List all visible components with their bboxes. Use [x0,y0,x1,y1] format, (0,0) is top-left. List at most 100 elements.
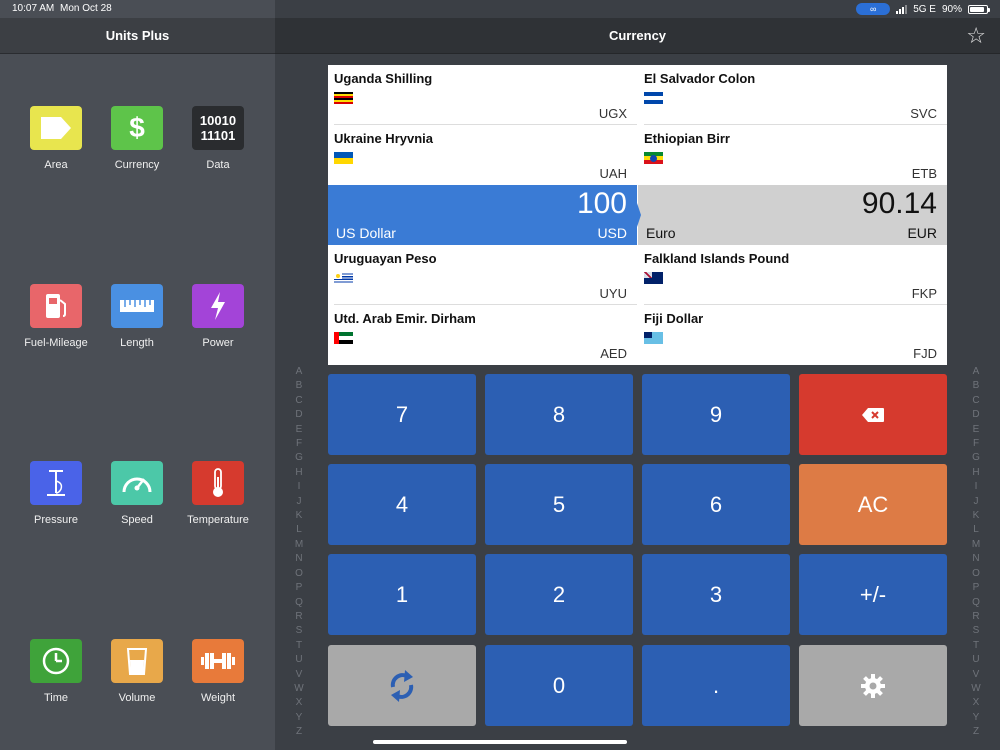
alphabet-index-right[interactable]: ABCDEFGHIJKLMNOPQRSTUVWXYZ [969,365,983,740]
alphabet-letter[interactable]: C [292,394,306,408]
category-time[interactable]: Time [11,639,101,704]
alphabet-letter[interactable]: N [969,552,983,566]
alphabet-letter[interactable]: B [969,379,983,393]
alphabet-letter[interactable]: G [292,451,306,465]
alphabet-letter[interactable]: K [292,509,306,523]
settings-button[interactable] [799,645,947,726]
alphabet-letter[interactable]: I [969,480,983,494]
star-icon[interactable]: ☆ [966,20,986,52]
alphabet-letter[interactable]: W [969,682,983,696]
alphabet-letter[interactable]: F [969,437,983,451]
key-1[interactable]: 1 [328,554,476,635]
uae-flag-icon [334,332,353,344]
alphabet-letter[interactable]: Z [292,725,306,739]
alphabet-letter[interactable]: R [292,610,306,624]
alphabet-letter[interactable]: A [292,365,306,379]
alphabet-letter[interactable]: H [969,466,983,480]
alphabet-letter[interactable]: X [292,696,306,710]
alphabet-letter[interactable]: E [969,423,983,437]
main-panel: Currency ☆ Uganda Shilling UGX Ukraine H… [275,0,1000,750]
alphabet-letter[interactable]: Y [292,711,306,725]
key-4[interactable]: 4 [328,464,476,545]
alphabet-letter[interactable]: B [292,379,306,393]
decimal-button[interactable]: . [642,645,790,726]
alphabet-letter[interactable]: H [292,466,306,480]
category-data[interactable]: 10010 11101 Data [173,106,263,171]
backspace-button[interactable] [799,374,947,455]
alphabet-letter[interactable]: U [292,653,306,667]
alphabet-letter[interactable]: J [292,495,306,509]
currency-row-aed[interactable]: Utd. Arab Emir. Dirham AED [328,305,637,365]
fuel-pump-icon [30,284,82,328]
currency-row-fjd[interactable]: Fiji Dollar FJD [638,305,947,365]
alphabet-letter[interactable]: M [969,538,983,552]
alphabet-letter[interactable]: Q [969,596,983,610]
key-9[interactable]: 9 [642,374,790,455]
clear-button[interactable]: AC [799,464,947,545]
selected-from-currency[interactable]: 100 US Dollar USD [328,185,637,245]
alphabet-letter[interactable]: W [292,682,306,696]
alphabet-letter[interactable]: Q [292,596,306,610]
currency-code: UAH [599,166,627,181]
currency-row-ugx[interactable]: Uganda Shilling UGX [328,65,637,125]
currency-row-svc[interactable]: El Salvador Colon SVC [638,65,947,125]
alphabet-letter[interactable]: L [969,523,983,537]
alphabet-letter[interactable]: T [969,639,983,653]
alphabet-letter[interactable]: I [292,480,306,494]
category-currency[interactable]: $ Currency [92,106,182,171]
category-length[interactable]: Length [92,284,182,349]
alphabet-letter[interactable]: P [969,581,983,595]
key-6[interactable]: 6 [642,464,790,545]
alphabet-letter[interactable]: N [292,552,306,566]
category-weight[interactable]: Weight [173,639,263,704]
category-label: Currency [114,159,160,171]
alphabet-letter[interactable]: P [292,581,306,595]
alphabet-letter[interactable]: D [969,408,983,422]
alphabet-letter[interactable]: V [969,668,983,682]
alphabet-index-left[interactable]: ABCDEFGHIJKLMNOPQRSTUVWXYZ [292,365,306,740]
alphabet-letter[interactable]: F [292,437,306,451]
category-area[interactable]: Area [11,106,101,171]
alphabet-letter[interactable]: S [969,624,983,638]
alphabet-letter[interactable]: J [969,495,983,509]
currency-row-uyu[interactable]: Uruguayan Peso UYU [328,245,637,305]
alphabet-letter[interactable]: S [292,624,306,638]
home-indicator[interactable] [373,740,627,744]
key-0[interactable]: 0 [485,645,633,726]
category-fuel-mileage[interactable]: Fuel-Mileage [11,284,101,349]
alphabet-letter[interactable]: D [292,408,306,422]
key-8[interactable]: 8 [485,374,633,455]
currency-row-uah[interactable]: Ukraine Hryvnia UAH [328,125,637,185]
alphabet-letter[interactable]: M [292,538,306,552]
swap-button[interactable] [328,645,476,726]
alphabet-letter[interactable]: O [292,567,306,581]
alphabet-letter[interactable]: K [969,509,983,523]
alphabet-letter[interactable]: R [969,610,983,624]
selected-to-currency[interactable]: 90.14 Euro EUR [638,185,947,245]
alphabet-letter[interactable]: T [292,639,306,653]
alphabet-letter[interactable]: U [969,653,983,667]
category-volume[interactable]: Volume [92,639,182,704]
alphabet-letter[interactable]: Y [969,711,983,725]
key-7[interactable]: 7 [328,374,476,455]
key-2[interactable]: 2 [485,554,633,635]
alphabet-letter[interactable]: C [969,394,983,408]
alphabet-letter[interactable]: G [969,451,983,465]
key-5[interactable]: 5 [485,464,633,545]
category-pressure[interactable]: Pressure [11,461,101,526]
currency-row-etb[interactable]: Ethiopian Birr ETB [638,125,947,185]
currency-row-fkp[interactable]: Falkland Islands Pound FKP [638,245,947,305]
alphabet-letter[interactable]: L [292,523,306,537]
key-3[interactable]: 3 [642,554,790,635]
category-temperature[interactable]: Temperature [173,461,263,526]
alphabet-letter[interactable]: A [969,365,983,379]
alphabet-letter[interactable]: E [292,423,306,437]
alphabet-letter[interactable]: O [969,567,983,581]
alphabet-letter[interactable]: Z [969,725,983,739]
signal-icon [896,4,908,14]
sign-toggle-button[interactable]: +/- [799,554,947,635]
alphabet-letter[interactable]: V [292,668,306,682]
category-speed[interactable]: Speed [92,461,182,526]
alphabet-letter[interactable]: X [969,696,983,710]
category-power[interactable]: Power [173,284,263,349]
